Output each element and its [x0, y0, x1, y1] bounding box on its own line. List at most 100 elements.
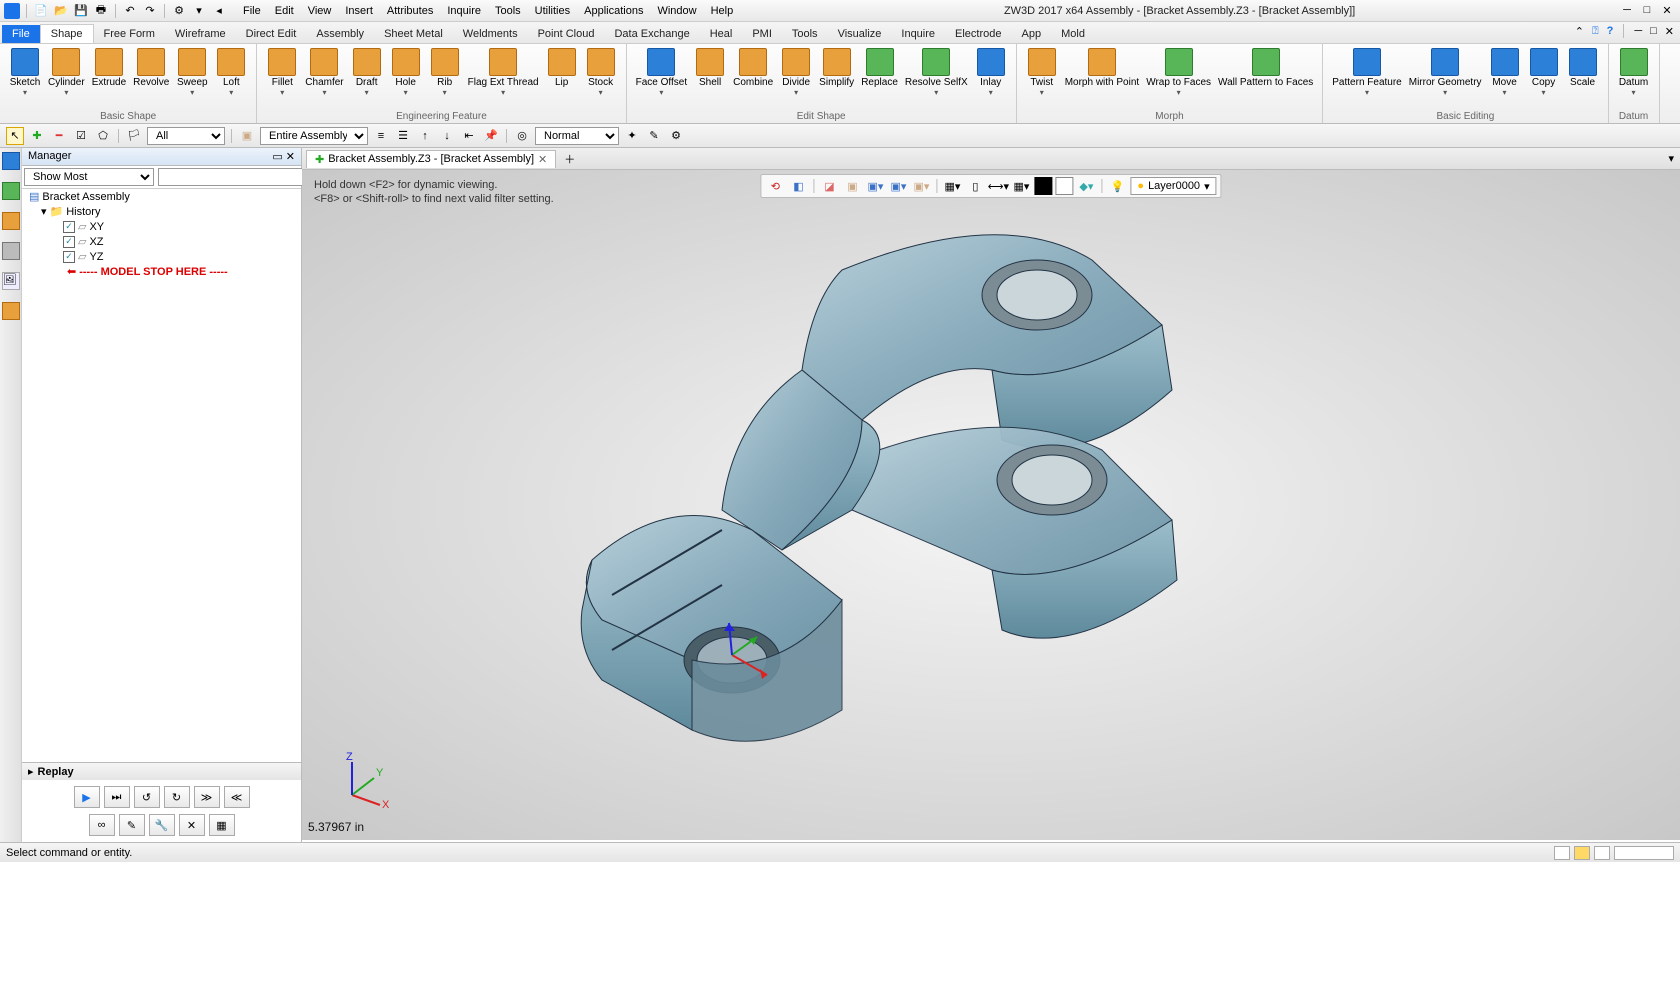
pointer-icon[interactable]: ↖	[6, 127, 24, 145]
datum-button[interactable]: Datum▾	[1615, 46, 1653, 99]
remove-icon[interactable]: ━	[50, 127, 68, 145]
sketch-button[interactable]: Sketch▾	[6, 46, 44, 99]
list-icon[interactable]: ☰	[394, 127, 412, 145]
sweep-button[interactable]: Sweep▾	[173, 46, 211, 99]
checkbox-icon[interactable]: ☑	[72, 127, 90, 145]
mirror-geometry-button[interactable]: Mirror Geometry▾	[1406, 46, 1485, 99]
ribbon-tab-shape[interactable]: Shape	[40, 24, 94, 43]
menu-file[interactable]: File	[237, 3, 267, 19]
replace-button[interactable]: Replace	[858, 46, 901, 90]
move-button[interactable]: Move▾	[1486, 46, 1524, 99]
resolve-selfx-button[interactable]: Resolve SelfX▾	[902, 46, 971, 99]
step-fwd-button[interactable]: ⏭	[104, 786, 130, 808]
doc-minimize-icon[interactable]: ─	[1634, 25, 1642, 37]
dec-icon[interactable]: ↓	[438, 127, 456, 145]
menu-utilities[interactable]: Utilities	[529, 3, 576, 19]
settings-icon[interactable]: ⍰	[1592, 25, 1599, 38]
checkbox-icon[interactable]: ✓	[63, 221, 75, 233]
ribbon-tab-free-form[interactable]: Free Form	[94, 25, 165, 43]
layer-manager-icon[interactable]	[2, 212, 20, 230]
scope-combo[interactable]: Entire Assembly	[260, 127, 368, 145]
wall-pattern-to-faces-button[interactable]: Wall Pattern to Faces	[1215, 46, 1316, 90]
gear-icon[interactable]: ⚙	[667, 127, 685, 145]
role-manager-icon[interactable]	[2, 302, 20, 320]
filter-combo[interactable]: All	[147, 127, 225, 145]
doc-close-icon[interactable]: ✕	[1665, 25, 1674, 38]
scale-button[interactable]: Scale	[1564, 46, 1602, 90]
menu-view[interactable]: View	[302, 3, 338, 19]
rib-button[interactable]: Rib▾	[426, 46, 464, 99]
show-mode-combo[interactable]: Show Most	[24, 168, 154, 186]
wand-icon[interactable]: ✎	[645, 127, 663, 145]
shell-button[interactable]: Shell	[691, 46, 729, 90]
history-tree[interactable]: ▤ Bracket Assembly ▾ 📁 History ✓▱XY✓▱XZ✓…	[22, 189, 301, 762]
ribbon-tab-sheet-metal[interactable]: Sheet Metal	[374, 25, 453, 43]
ribbon-tab-point-cloud[interactable]: Point Cloud	[528, 25, 605, 43]
manager-close-icon[interactable]: ✕	[286, 151, 295, 163]
expand-icon[interactable]: ▾	[41, 205, 47, 218]
dropdown-icon[interactable]: ▾	[191, 3, 207, 19]
ribbon-tab-inquire[interactable]: Inquire	[891, 25, 945, 43]
checkbox-icon[interactable]: ✓	[63, 251, 75, 263]
view-manager-icon[interactable]	[2, 242, 20, 260]
rewind-button[interactable]: ≪	[224, 786, 250, 808]
doc-restore-icon[interactable]: □	[1650, 25, 1657, 37]
save-icon[interactable]: 💾	[73, 3, 89, 19]
tree-root[interactable]: ▤ Bracket Assembly	[22, 189, 301, 204]
simplify-button[interactable]: Simplify	[816, 46, 857, 90]
ribbon-tab-data-exchange[interactable]: Data Exchange	[604, 25, 699, 43]
menu-applications[interactable]: Applications	[578, 3, 649, 19]
face-offset-button[interactable]: Face Offset▾	[633, 46, 691, 99]
menu-inquire[interactable]: Inquire	[441, 3, 487, 19]
ribbon-tab-direct-edit[interactable]: Direct Edit	[236, 25, 307, 43]
redo-icon[interactable]: ↷	[142, 3, 158, 19]
cancel-button[interactable]: ✕	[179, 814, 205, 836]
ribbon-tab-file[interactable]: File	[2, 25, 40, 43]
draft-button[interactable]: Draft▾	[348, 46, 386, 99]
open-icon[interactable]: 📂	[53, 3, 69, 19]
menu-window[interactable]: Window	[651, 3, 702, 19]
pointer2-icon[interactable]: ✦	[623, 127, 641, 145]
status-icon-3[interactable]	[1594, 846, 1610, 860]
tree-plane-xy[interactable]: ✓▱XY	[22, 219, 301, 234]
options-icon[interactable]: ⚙	[171, 3, 187, 19]
menu-insert[interactable]: Insert	[339, 3, 379, 19]
morph-with-point-button[interactable]: Morph with Point	[1062, 46, 1142, 90]
ribbon-tab-app[interactable]: App	[1012, 25, 1052, 43]
twist-button[interactable]: Twist▾	[1023, 46, 1061, 99]
maximize-button[interactable]: □	[1638, 4, 1656, 18]
cube-icon[interactable]: ▣	[238, 127, 256, 145]
close-button[interactable]: ✕	[1658, 4, 1676, 18]
divide-button[interactable]: Divide▾	[777, 46, 815, 99]
ribbon-tab-assembly[interactable]: Assembly	[306, 25, 374, 43]
tree-plane-yz[interactable]: ✓▱YZ	[22, 249, 301, 264]
pin-icon[interactable]: 📌	[482, 127, 500, 145]
manager-dock-icon[interactable]: ▭	[272, 151, 282, 163]
close-tab-icon[interactable]: ✕	[538, 153, 547, 166]
filter-icon[interactable]: 🏳	[125, 127, 143, 145]
loop-fwd-button[interactable]: ↻	[164, 786, 190, 808]
back-icon[interactable]: ◂	[211, 3, 227, 19]
visual-manager-icon[interactable]: 🖼	[2, 272, 20, 290]
new-tab-icon[interactable]: ＋	[556, 151, 583, 167]
status-icon-2[interactable]	[1574, 846, 1590, 860]
ribbon-tab-visualize[interactable]: Visualize	[828, 25, 892, 43]
fast-fwd-button[interactable]: ≫	[194, 786, 220, 808]
edit-button[interactable]: ✎	[119, 814, 145, 836]
menu-tools[interactable]: Tools	[489, 3, 527, 19]
stack-icon[interactable]: ≡	[372, 127, 390, 145]
minimize-button[interactable]: ─	[1618, 4, 1636, 18]
fillet-button[interactable]: Fillet▾	[263, 46, 301, 99]
link-button[interactable]: ∞	[89, 814, 115, 836]
chamfer-button[interactable]: Chamfer▾	[302, 46, 346, 99]
ribbon-tab-pmi[interactable]: PMI	[742, 25, 782, 43]
tools-button[interactable]: 🔧	[149, 814, 175, 836]
print-icon[interactable]: 🖶	[93, 3, 109, 19]
tree-model-stop[interactable]: ⬅ ----- MODEL STOP HERE -----	[22, 264, 301, 279]
flag-ext-thread-button[interactable]: Flag Ext Thread▾	[465, 46, 542, 99]
replay-header[interactable]: ▸ Replay	[22, 762, 301, 780]
copy-button[interactable]: Copy▾	[1525, 46, 1563, 99]
history-manager-icon[interactable]	[2, 182, 20, 200]
tree-history[interactable]: ▾ 📁 History	[22, 204, 301, 219]
undo-icon[interactable]: ↶	[122, 3, 138, 19]
